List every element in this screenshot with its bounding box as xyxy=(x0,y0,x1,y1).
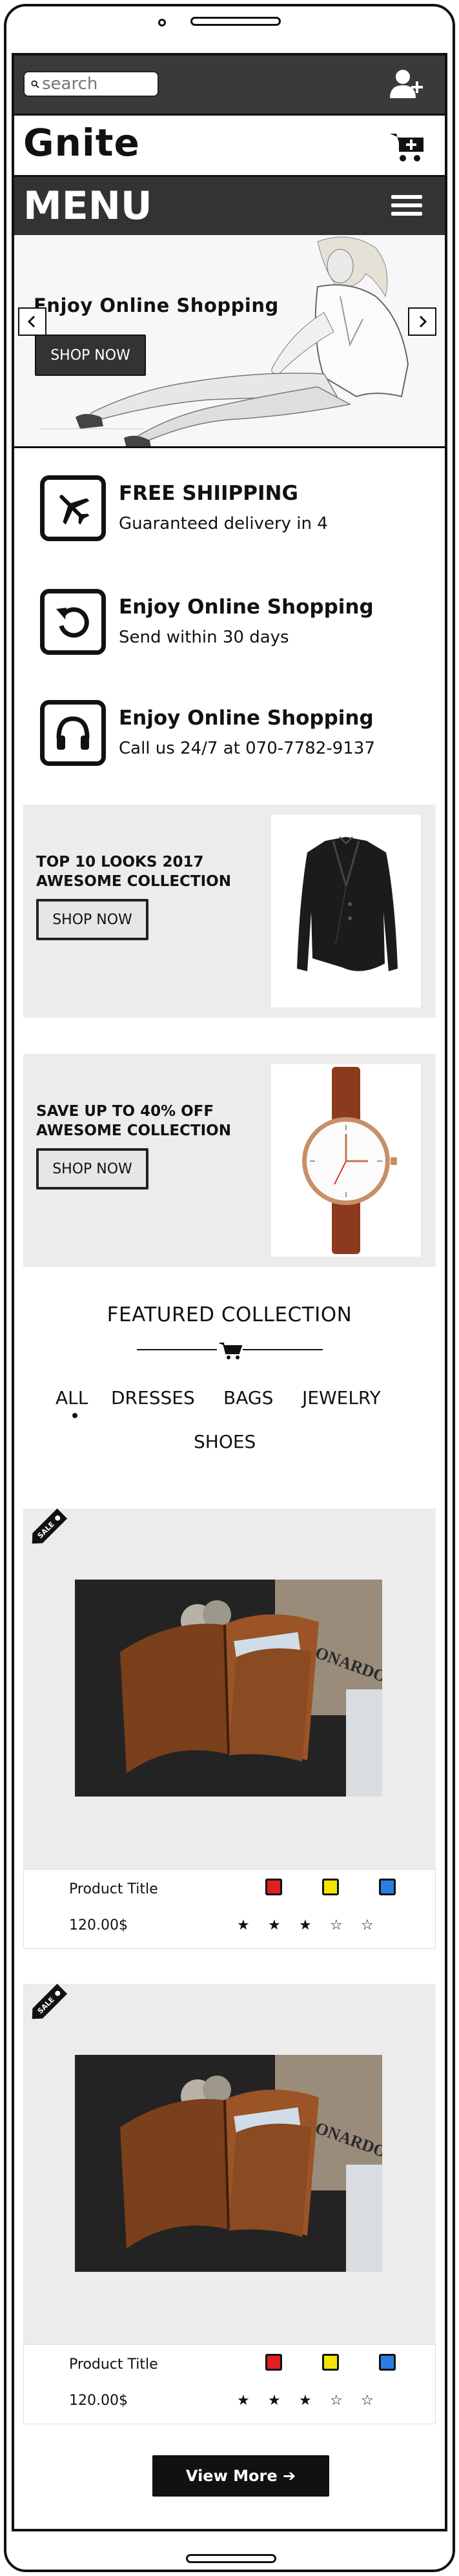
promo-banner-looks: TOP 10 LOOKS 2017 AWESOME COLLECTION SHO… xyxy=(23,805,436,1018)
hero-shop-now-button[interactable]: SHOP NOW xyxy=(35,335,146,376)
star-filled-icon[interactable]: ★ xyxy=(237,2393,250,2409)
user-plus-icon[interactable] xyxy=(389,68,426,99)
hero-banner: Enjoy Online Shopping SHOP NOW xyxy=(14,235,445,448)
top-bar xyxy=(14,56,445,114)
chevron-right-icon xyxy=(419,315,427,328)
menu-label[interactable]: MENU xyxy=(23,183,152,229)
star-empty-icon[interactable]: ☆ xyxy=(330,2393,343,2409)
product-info: Product Title 120.00$ ★ ★ ★ ☆ ☆ xyxy=(23,2344,436,2424)
menu-bar[interactable]: MENU xyxy=(14,177,445,235)
promo-shop-now-button[interactable]: SHOP NOW xyxy=(36,899,148,940)
tab-bags[interactable]: BAGS xyxy=(223,1387,273,1408)
product-title[interactable]: Product Title xyxy=(69,2356,158,2373)
feature-title: Enjoy Online Shopping xyxy=(119,595,374,619)
tab-dresses[interactable]: DRESSES xyxy=(111,1387,195,1408)
feature-subtitle: Send within 30 days xyxy=(119,628,289,647)
chevron-left-icon xyxy=(27,315,36,328)
star-empty-icon[interactable]: ☆ xyxy=(361,1917,374,1933)
color-swatch-yellow[interactable] xyxy=(322,1879,339,1895)
tab-shoes[interactable]: SHOES xyxy=(194,1431,256,1452)
product-title[interactable]: Product Title xyxy=(69,1881,158,1897)
camera-dot xyxy=(158,19,166,26)
brand-bar: Gnite xyxy=(14,114,445,177)
tab-jewelry[interactable]: JEWELRY xyxy=(302,1387,381,1408)
star-filled-icon[interactable]: ★ xyxy=(237,1917,250,1933)
search-icon xyxy=(31,79,39,88)
airplane-icon xyxy=(59,495,90,525)
feature-title: Enjoy Online Shopping xyxy=(119,706,374,730)
screen: Gnite MENU xyxy=(12,53,447,2531)
cart-plus-icon[interactable] xyxy=(389,130,426,163)
brand-logo[interactable]: Gnite xyxy=(23,121,140,165)
color-swatch-blue[interactable] xyxy=(379,2354,396,2371)
color-swatch-red[interactable] xyxy=(265,1879,282,1895)
wallet-image[interactable]: LEONARDO xyxy=(75,2055,382,2272)
featured-collection-title: FEATURED COLLECTION xyxy=(107,1303,352,1326)
promo-headline: SAVE UP TO 40% OFF xyxy=(36,1103,214,1120)
view-more-button[interactable]: View More ➔ xyxy=(152,2455,329,2497)
hamburger-icon[interactable] xyxy=(389,190,425,221)
feature-support: Enjoy Online Shopping Call us 24/7 at 07… xyxy=(40,700,427,771)
promo-subline: AWESOME COLLECTION xyxy=(36,873,231,890)
product-price: 120.00$ xyxy=(69,2393,128,2409)
product-info: Product Title 120.00$ ★ ★ ★ ☆ ☆ xyxy=(23,1869,436,1949)
color-swatch-yellow[interactable] xyxy=(322,2354,339,2371)
promo-subline: AWESOME COLLECTION xyxy=(36,1122,231,1139)
star-filled-icon[interactable]: ★ xyxy=(299,2393,312,2409)
feature-subtitle: Guaranteed delivery in 4 xyxy=(119,514,328,533)
feature-subtitle: Call us 24/7 at 070-7782-9137 xyxy=(119,739,375,758)
search-input[interactable] xyxy=(42,74,152,94)
promo-banner-sale: SAVE UP TO 40% OFF AWESOME COLLECTION SH… xyxy=(23,1054,436,1267)
sale-tag-icon: SALE xyxy=(32,1508,68,1544)
hero-next-button[interactable] xyxy=(408,307,436,336)
cart-divider-icon xyxy=(137,1342,323,1359)
headphones-icon xyxy=(56,716,90,750)
home-button[interactable] xyxy=(186,2554,276,2563)
blazer-image[interactable] xyxy=(271,815,421,1007)
hero-title: Enjoy Online Shopping xyxy=(34,294,279,316)
product-price: 120.00$ xyxy=(69,1917,128,1933)
watch-image[interactable] xyxy=(271,1064,421,1257)
feature-icon-box xyxy=(40,475,106,541)
wallet-image[interactable]: LEONARDO xyxy=(75,1580,382,1797)
active-tab-indicator xyxy=(72,1413,77,1418)
star-filled-icon[interactable]: ★ xyxy=(299,1917,312,1933)
promo-headline: TOP 10 LOOKS 2017 xyxy=(36,854,204,871)
feature-shipping: FREE SHIIPPING Guaranteed delivery in 4 xyxy=(40,475,427,546)
feature-returns: Enjoy Online Shopping Send within 30 day… xyxy=(40,589,427,660)
undo-icon xyxy=(56,607,89,638)
promo-text: SAVE UP TO 40% OFF AWESOME COLLECTION xyxy=(36,1102,231,1140)
feature-icon-box xyxy=(40,700,106,766)
product-card[interactable]: LEONARDO SALE Product Title 120.00$ ★ ★ ★ ☆… xyxy=(23,1983,436,2424)
promo-shop-now-button[interactable]: SHOP NOW xyxy=(36,1148,148,1190)
product-card[interactable]: LEONARDO SALE Product Title 120.00$ ★ ★ ★ ☆… xyxy=(23,1508,436,1949)
star-empty-icon[interactable]: ☆ xyxy=(330,1917,343,1933)
star-filled-icon[interactable]: ★ xyxy=(268,2393,281,2409)
tab-all[interactable]: ALL xyxy=(56,1387,88,1408)
sale-tag-icon: SALE xyxy=(32,1983,68,2019)
color-swatch-red[interactable] xyxy=(265,2354,282,2371)
promo-text: TOP 10 LOOKS 2017 AWESOME COLLECTION xyxy=(36,852,231,891)
star-filled-icon[interactable]: ★ xyxy=(268,1917,281,1933)
star-empty-icon[interactable]: ☆ xyxy=(361,2393,374,2409)
search-box[interactable] xyxy=(23,71,159,97)
feature-icon-box xyxy=(40,589,106,655)
speaker-slot xyxy=(190,17,281,26)
feature-title: FREE SHIIPPING xyxy=(119,482,298,505)
color-swatch-blue[interactable] xyxy=(379,1879,396,1895)
hero-prev-button[interactable] xyxy=(18,307,46,336)
